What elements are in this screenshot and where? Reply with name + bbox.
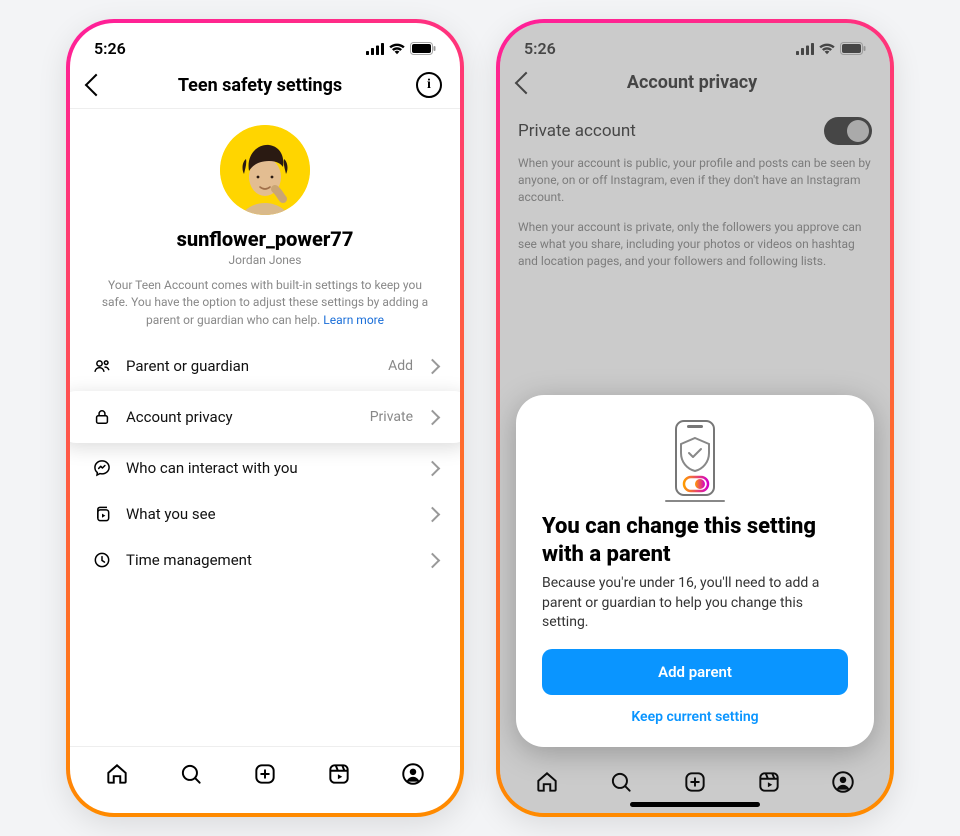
row-value: Add (388, 358, 413, 374)
row-parent-guardian[interactable]: Parent or guardian Add (70, 343, 460, 389)
back-button[interactable] (515, 71, 538, 94)
nav-title: Account privacy (627, 72, 757, 93)
chevron-right-icon (425, 409, 441, 425)
search-icon[interactable] (608, 769, 634, 795)
row-label: What you see (126, 505, 413, 523)
profile-icon[interactable] (830, 769, 856, 795)
home-icon[interactable] (104, 761, 130, 787)
people-icon (92, 356, 112, 376)
phone-right: 5:26 Account privacy Private account Whe… (496, 19, 894, 817)
profile-icon[interactable] (400, 761, 426, 787)
clock-icon (92, 550, 112, 570)
status-time: 5:26 (94, 39, 126, 58)
settings-list: Parent or guardian Add Account privacy P… (70, 343, 460, 583)
tab-bar (70, 746, 460, 813)
username: sunflower_power77 (177, 227, 354, 251)
sheet-body: Because you're under 16, you'll need to … (542, 574, 848, 633)
keep-setting-button[interactable]: Keep current setting (542, 695, 848, 729)
row-label: Account privacy (126, 408, 356, 426)
phone-screen: 5:26 Teen safety settings i (70, 23, 460, 813)
home-icon[interactable] (534, 769, 560, 795)
reels-icon[interactable] (326, 761, 352, 787)
status-bar: 5:26 (500, 23, 890, 62)
row-label: Parent or guardian (126, 357, 374, 375)
messenger-icon (92, 458, 112, 478)
privacy-description-1: When your account is public, your profil… (500, 151, 890, 209)
row-value: Private (370, 409, 413, 425)
row-time-management[interactable]: Time management (70, 537, 460, 583)
privacy-description-2: When your account is private, only the f… (500, 215, 890, 273)
learn-more-link[interactable]: Learn more (323, 313, 384, 327)
chevron-right-icon (425, 506, 441, 522)
private-toggle[interactable] (824, 117, 872, 145)
chevron-right-icon (425, 552, 441, 568)
nav-bar: Account privacy (500, 62, 890, 103)
search-icon[interactable] (178, 761, 204, 787)
create-icon[interactable] (252, 761, 278, 787)
chevron-right-icon (425, 358, 441, 374)
row-what-you-see[interactable]: What you see (70, 491, 460, 537)
row-account-privacy[interactable]: Account privacy Private (70, 391, 460, 443)
real-name: Jordan Jones (229, 253, 302, 267)
avatar (220, 125, 310, 215)
add-parent-button[interactable]: Add parent (542, 649, 848, 695)
private-account-row: Private account (500, 103, 890, 151)
nav-bar: Teen safety settings i (70, 62, 460, 109)
row-label: Time management (126, 551, 413, 569)
status-right (796, 42, 866, 55)
back-button[interactable] (85, 74, 108, 97)
chevron-right-icon (425, 460, 441, 476)
battery-icon (840, 42, 866, 55)
wifi-icon (388, 42, 406, 55)
cellular-icon (796, 43, 814, 55)
parental-sheet: You can change this setting with a paren… (516, 395, 874, 747)
sheet-heading: You can change this setting with a paren… (542, 513, 848, 568)
lock-icon (92, 407, 112, 427)
info-button[interactable]: i (416, 72, 442, 98)
media-icon (92, 504, 112, 524)
sheet-illustration (542, 417, 848, 507)
battery-icon (410, 42, 436, 55)
home-indicator (630, 802, 760, 807)
private-account-label: Private account (518, 121, 636, 141)
wifi-icon (818, 42, 836, 55)
nav-title: Teen safety settings (178, 75, 342, 96)
status-right (366, 42, 436, 55)
row-label: Who can interact with you (126, 459, 413, 477)
create-icon[interactable] (682, 769, 708, 795)
row-who-can-interact[interactable]: Who can interact with you (70, 445, 460, 491)
reels-icon[interactable] (756, 769, 782, 795)
cellular-icon (366, 43, 384, 55)
account-description: Your Teen Account comes with built-in se… (100, 277, 430, 329)
status-time: 5:26 (524, 39, 556, 58)
phone-left: 5:26 Teen safety settings i (66, 19, 464, 817)
phone-screen: 5:26 Account privacy Private account Whe… (500, 23, 890, 813)
profile-section: sunflower_power77 Jordan Jones Your Teen… (70, 109, 460, 337)
status-bar: 5:26 (70, 23, 460, 62)
